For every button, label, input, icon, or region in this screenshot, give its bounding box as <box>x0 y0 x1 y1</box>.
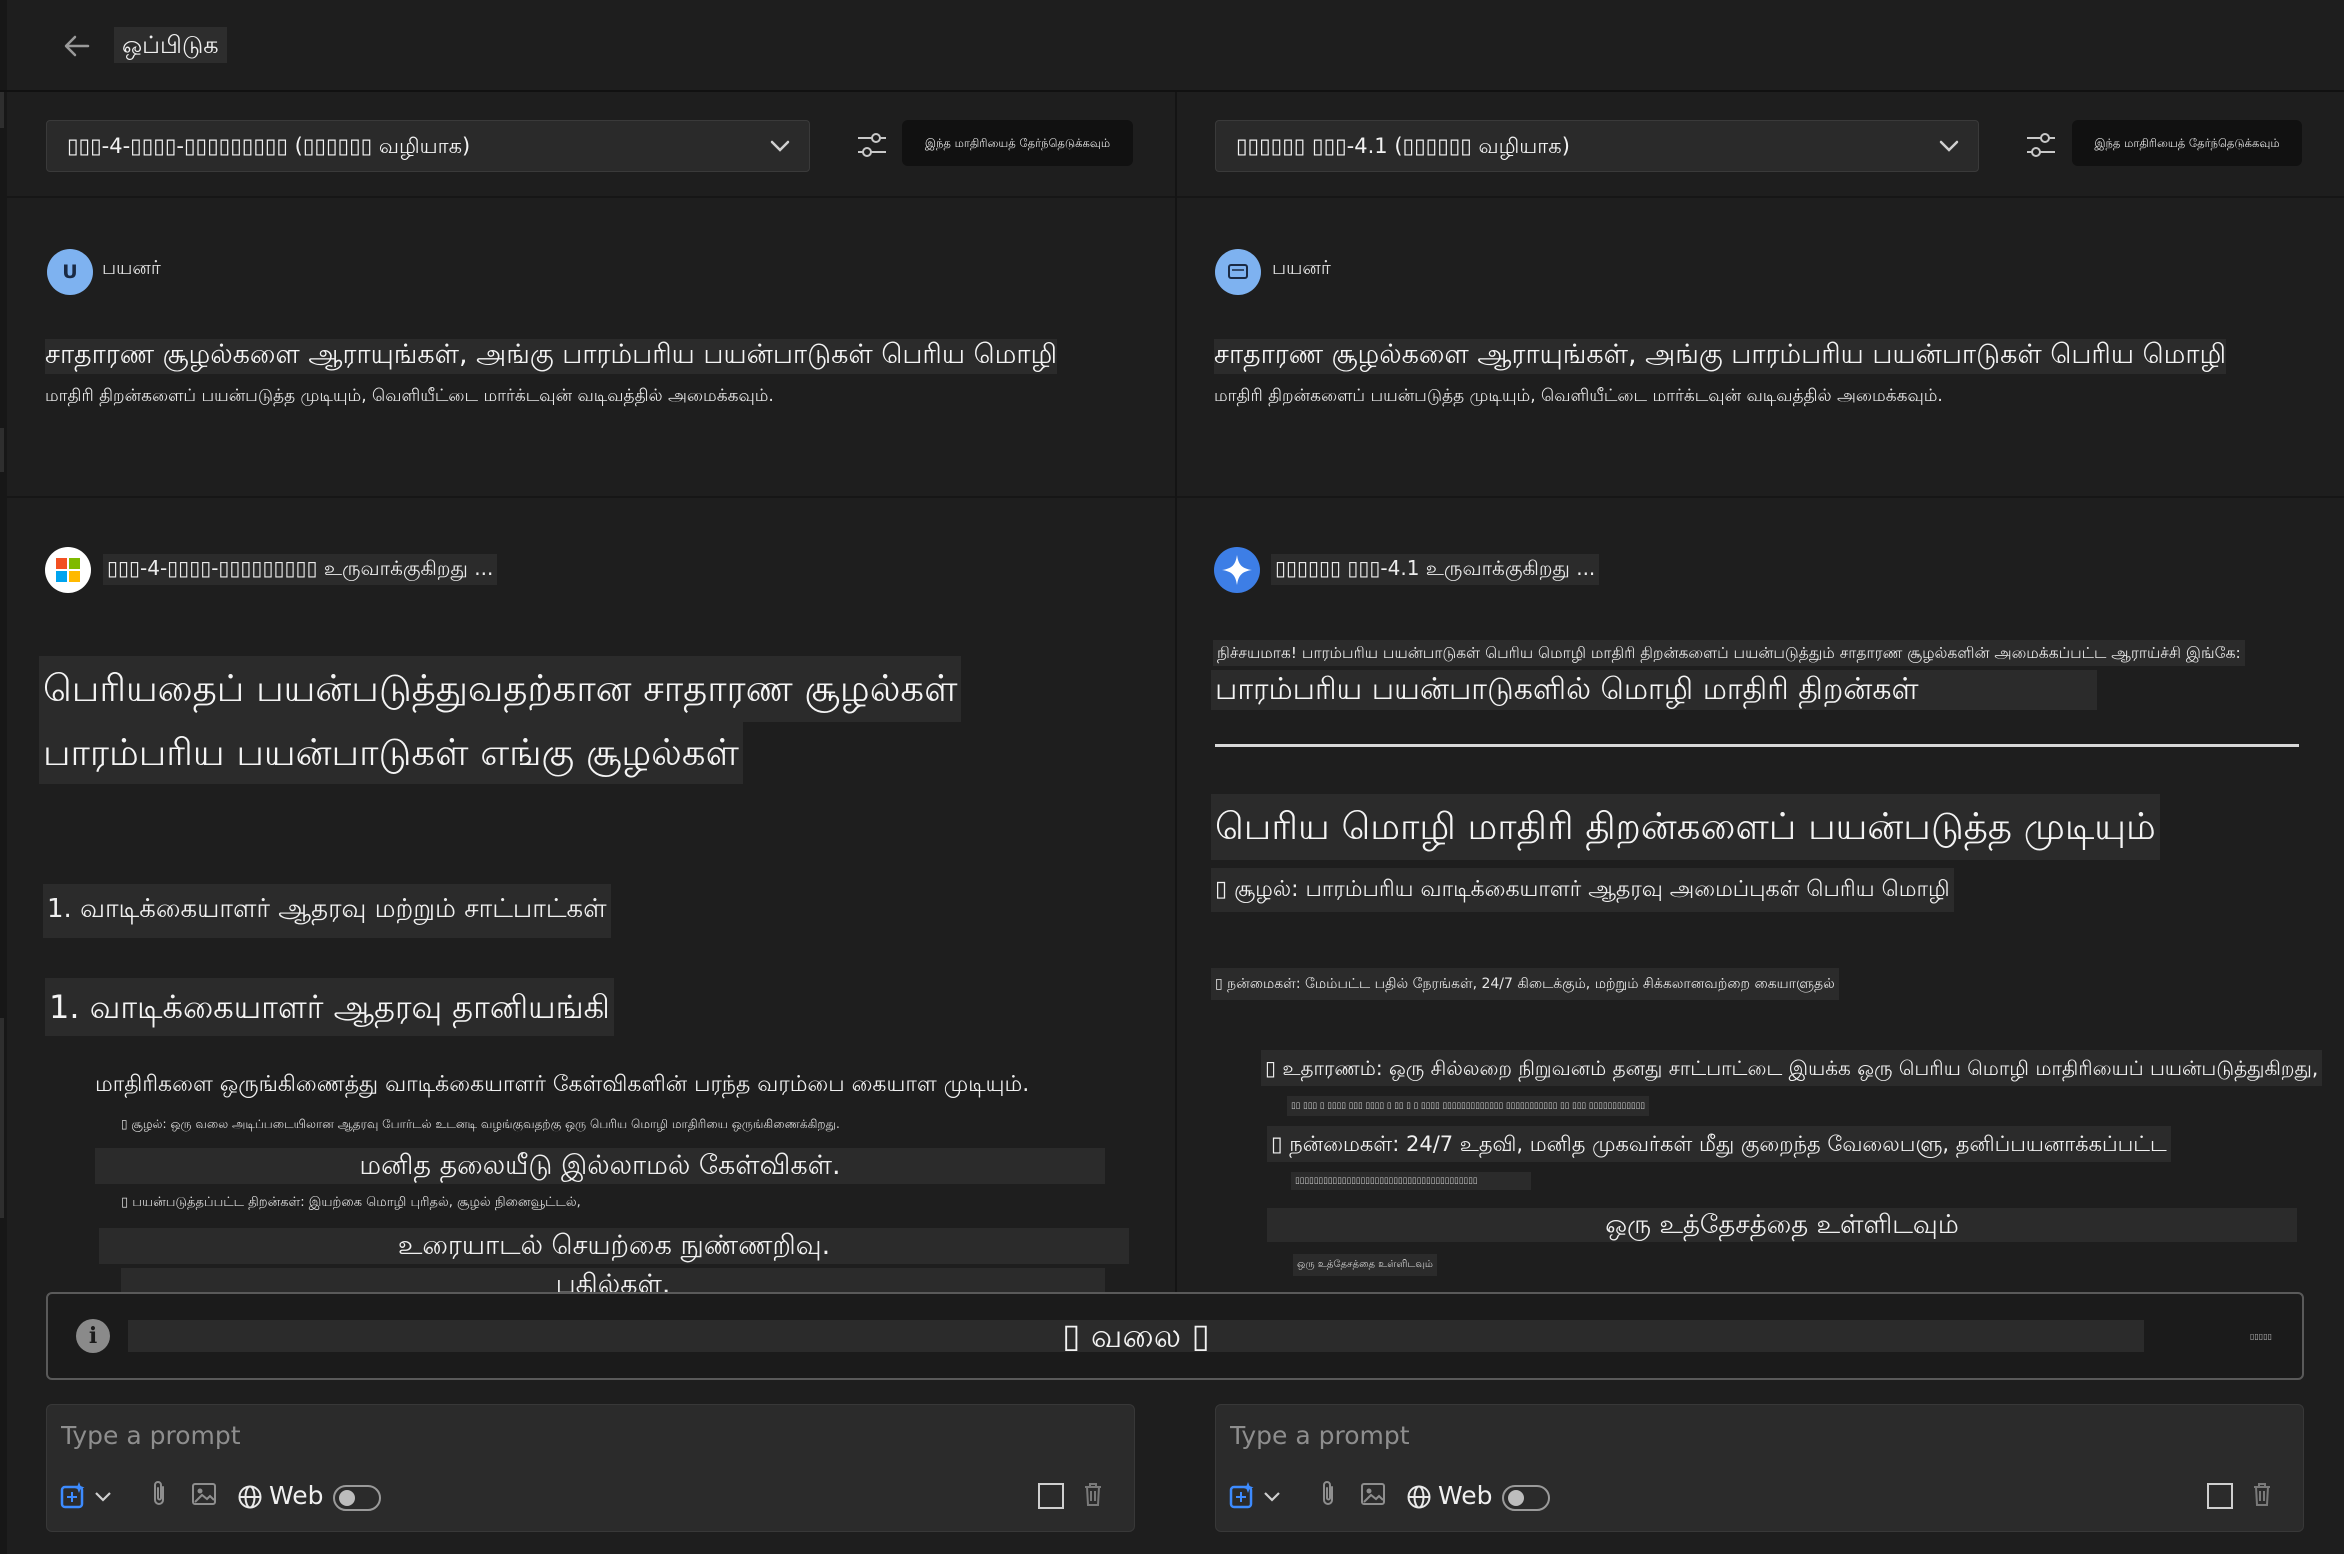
stop-square-button[interactable] <box>2207 1483 2233 1509</box>
generating-label: ▯▯▯-4-▯▯▯▯-▯▯▯▯▯▯▯▯▯ உருவாக்குகிறது ... <box>103 554 498 585</box>
right-compare-panel: ▯▯▯▯▯▯ ▯▯▯-4.1 (▯▯▯▯▯▯ வழியாக) இந்த மாதி… <box>1177 92 2344 1292</box>
user-prompt-text: மாதிரி திறன்களைப் பயன்படுத்த முடியும், வ… <box>1214 386 1943 406</box>
chevron-down-icon <box>95 1492 111 1502</box>
left-edge-marker <box>0 1018 4 1218</box>
response-paragraph: உரையாடல் செயற்கை நுண்ணறிவு. <box>99 1228 1129 1264</box>
delete-button[interactable] <box>2248 1479 2276 1518</box>
response-paragraph: ஒரு உத்தேசத்தை உள்ளிடவும் <box>1293 1254 1437 1276</box>
user-prompt-text: சாதாரண சூழல்களை ஆராயுங்கள், அங்கு பாரம்ப… <box>45 339 1058 374</box>
model-select-value: ▯▯▯-4-▯▯▯▯-▯▯▯▯▯▯▯▯▯ (▯▯▯▯▯▯ வழியாக) <box>67 134 471 158</box>
user-avatar: U <box>47 249 93 295</box>
user-prompt-text: சாதாரண சூழல்களை ஆராயுங்கள், அங்கு பாரம்ப… <box>1214 339 2227 374</box>
settings-sliders-icon[interactable] <box>855 128 889 162</box>
generating-label: ▯▯▯▯▯▯ ▯▯▯-4.1 உருவாக்குகிறது ... <box>1271 554 1600 585</box>
web-toggle[interactable] <box>1502 1485 1550 1511</box>
back-button[interactable] <box>58 28 98 64</box>
left-compare-panel: ▯▯▯-4-▯▯▯▯-▯▯▯▯▯▯▯▯▯ (▯▯▯▯▯▯ வழியாக) இந்… <box>7 92 1175 1342</box>
arrow-left-icon <box>64 35 90 57</box>
model-avatar <box>45 547 91 593</box>
image-button[interactable] <box>189 1479 219 1518</box>
microsoft-logo-icon <box>56 558 80 582</box>
settings-sliders-icon[interactable] <box>2024 128 2058 162</box>
response-heading: பெரியதைப் பயன்படுத்துவதற்கான சாதாரண சூழல… <box>39 656 962 722</box>
prompt-input[interactable] <box>61 1415 701 1455</box>
model-avatar <box>1214 547 1260 593</box>
user-card-icon <box>1228 264 1248 279</box>
toggle-knob <box>339 1490 355 1506</box>
info-bar-note: ▯▯▯▯▯ <box>2249 1332 2272 1341</box>
response-paragraph: ▯ உதாரணம்: ஒரு சில்லறை நிறுவனம் தனது சாட… <box>1261 1050 2323 1086</box>
model-select-left[interactable]: ▯▯▯-4-▯▯▯▯-▯▯▯▯▯▯▯▯▯ (▯▯▯▯▯▯ வழியாக) <box>46 120 810 172</box>
trash-icon <box>2254 1483 2270 1506</box>
chevron-down-icon <box>1939 140 1959 152</box>
info-icon: i <box>76 1319 110 1353</box>
trash-icon <box>1085 1483 1101 1506</box>
web-label: Web <box>269 1481 324 1510</box>
attach-button[interactable] <box>1314 1479 1342 1518</box>
prompt-input[interactable] <box>1230 1415 1870 1455</box>
response-intro: நிச்சயமாக! பாரம்பரிய பயன்பாடுகள் பெரிய ம… <box>1213 640 2245 666</box>
model-select-value: ▯▯▯▯▯▯ ▯▯▯-4.1 (▯▯▯▯▯▯ வழியாக) <box>1236 134 1570 158</box>
response-paragraph: ▯ சூழல்: ஒரு வலை அடிப்படையிலான ஆதரவு போர… <box>121 1117 840 1131</box>
prompt-box-left: Web <box>46 1404 1135 1532</box>
response-paragraph: மனித தலையீடு இல்லாமல் கேள்விகள். <box>95 1148 1105 1184</box>
left-edge-marker <box>0 92 4 128</box>
info-bar: i ▯ வலை ▯ ▯▯▯▯▯ <box>46 1292 2304 1380</box>
info-bar-text: ▯ வலை ▯ <box>128 1319 2144 1352</box>
response-paragraph: ▯ நன்மைகள்: மேம்பட்ட பதில் நேரங்கள், 24/… <box>1211 968 1839 1000</box>
stop-square-button[interactable] <box>1038 1483 1064 1509</box>
web-toggle[interactable] <box>333 1485 381 1511</box>
delete-button[interactable] <box>1079 1479 1107 1518</box>
row-divider <box>7 496 1175 498</box>
response-heading: பெரிய மொழி மாதிரி திறன்களைப் பயன்படுத்த … <box>1211 794 2160 860</box>
chevron-down-icon <box>770 140 790 152</box>
response-paragraph: ஒரு உத்தேசத்தை உள்ளிடவும் <box>1267 1208 2297 1242</box>
attach-button[interactable] <box>145 1479 173 1518</box>
response-paragraph: ▯ சூழல்: பாரம்பரிய வாடிக்கையாளர் ஆதரவு அ… <box>1211 868 1954 912</box>
header: ஒப்பிடுக <box>0 0 2344 92</box>
prompt-box-right: Web <box>1215 1404 2304 1532</box>
globe-icon <box>238 1485 262 1509</box>
response-paragraph: ▯▯▯▯▯▯▯▯▯▯▯▯▯▯▯▯▯▯▯▯▯▯▯▯▯▯▯▯▯▯▯▯▯▯▯▯▯▯▯ <box>1291 1172 1531 1190</box>
globe-icon <box>1407 1485 1431 1509</box>
user-label: பயனர் <box>1272 257 1331 279</box>
user-prompt-text: மாதிரி திறன்களைப் பயன்படுத்த முடியும், வ… <box>45 386 774 406</box>
image-button[interactable] <box>1358 1479 1388 1518</box>
sparkle-icon <box>1222 555 1252 585</box>
response-heading: பாரம்பரிய பயன்பாடுகளில் மொழி மாதிரி திறன… <box>1211 670 2097 710</box>
add-tools-button[interactable] <box>59 1479 115 1513</box>
toggle-knob <box>1508 1490 1524 1506</box>
sparkle-add-icon <box>1229 1482 1254 1509</box>
row-divider <box>1177 196 2344 198</box>
chevron-down-icon <box>1264 1492 1280 1502</box>
response-subheading: 1. வாடிக்கையாளர் ஆதரவு தானியங்கி <box>45 978 614 1036</box>
response-paragraph: ▯▯ ▯▯▯ ▯ ▯▯▯▯ ▯▯▯ ▯▯▯▯ ▯ ▯▯ ▯ ▯ ▯▯▯▯ ▯▯▯… <box>1287 1096 1649 1116</box>
left-edge-marker <box>0 428 4 472</box>
response-heading: பாரம்பரிய பயன்பாடுகள் எங்கு சூழல்கள் <box>39 722 743 784</box>
select-model-button[interactable]: இந்த மாதிரியைத் தேர்ந்தெடுக்கவும் <box>2072 120 2302 166</box>
user-label: பயனர் <box>102 257 161 279</box>
image-icon <box>192 1483 216 1505</box>
user-avatar <box>1215 249 1261 295</box>
row-divider <box>1177 496 2344 498</box>
response-paragraph: மாதிரிகளை ஒருங்கிணைத்து வாடிக்கையாளர் கே… <box>95 1072 1030 1097</box>
paperclip-icon <box>154 1481 164 1505</box>
select-model-button[interactable]: இந்த மாதிரியைத் தேர்ந்தெடுக்கவும் <box>902 120 1133 166</box>
image-icon <box>1361 1483 1385 1505</box>
response-list-item: 1. வாடிக்கையாளர் ஆதரவு மற்றும் சாட்பாட்க… <box>43 884 611 938</box>
page-title: ஒப்பிடுக <box>114 27 227 63</box>
model-select-right[interactable]: ▯▯▯▯▯▯ ▯▯▯-4.1 (▯▯▯▯▯▯ வழியாக) <box>1215 120 1979 172</box>
row-divider <box>7 196 1175 198</box>
add-tools-button[interactable] <box>1228 1479 1284 1513</box>
sparkle-add-icon <box>60 1482 85 1509</box>
left-edge-strip <box>0 0 7 1554</box>
response-paragraph: ▯ பயன்படுத்தப்பட்ட திறன்கள்: இயற்கை மொழி… <box>121 1195 581 1210</box>
web-label: Web <box>1438 1481 1493 1510</box>
paperclip-icon <box>1323 1481 1333 1505</box>
horizontal-rule <box>1215 744 2299 747</box>
response-paragraph: ▯ நன்மைகள்: 24/7 உதவி, மனித முகவர்கள் மீ… <box>1267 1126 2171 1162</box>
